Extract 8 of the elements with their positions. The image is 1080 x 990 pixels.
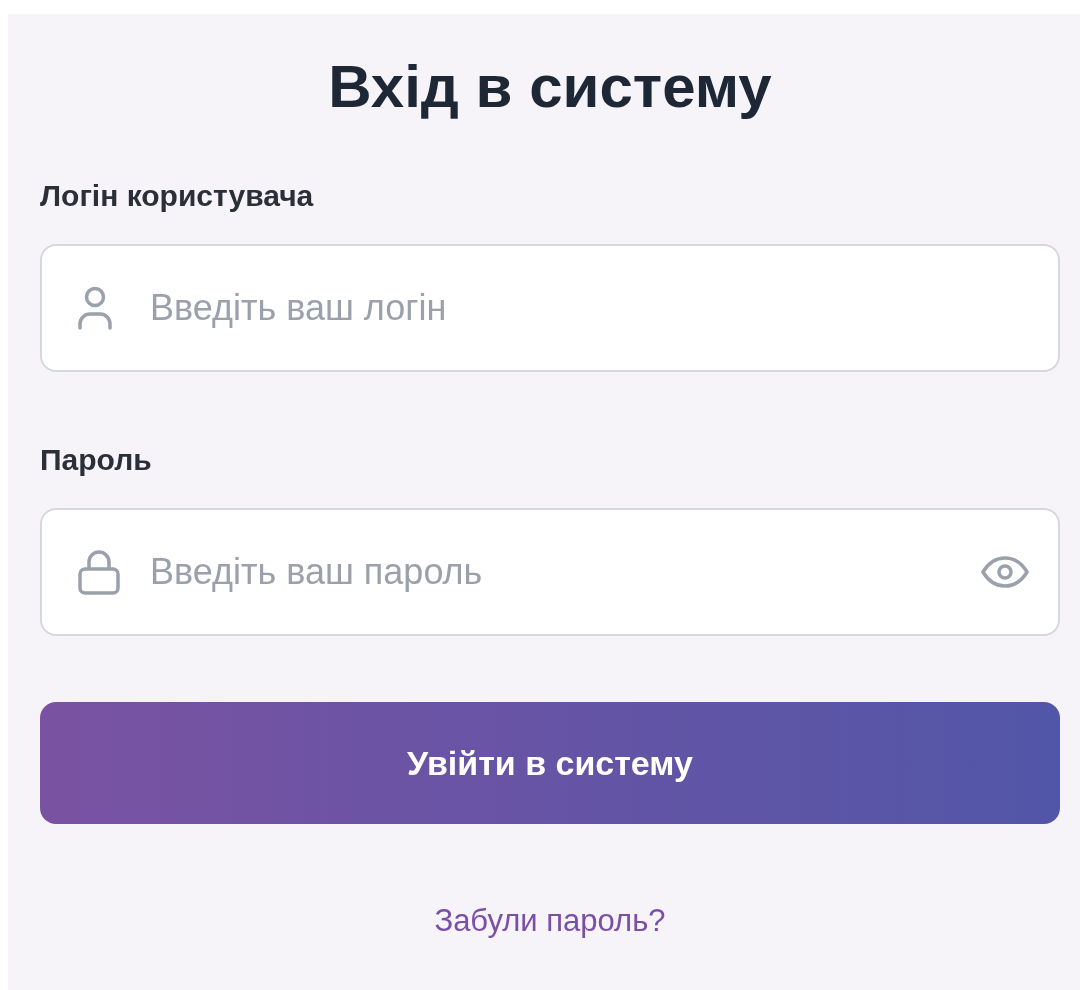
field-label: Пароль	[40, 442, 153, 478]
page-title: Вхід в систему	[327, 54, 773, 120]
input-field[interactable]: Введіть ваш логін	[40, 244, 1060, 372]
forgot-password-link[interactable]: Забули пароль?	[434, 902, 666, 940]
login-button[interactable]: Увійти в систему	[40, 702, 1060, 824]
eye-icon[interactable]	[980, 555, 1030, 589]
field-label: Логін користувача	[40, 178, 315, 214]
input-field[interactable]: Введіть ваш пароль	[40, 508, 1060, 636]
